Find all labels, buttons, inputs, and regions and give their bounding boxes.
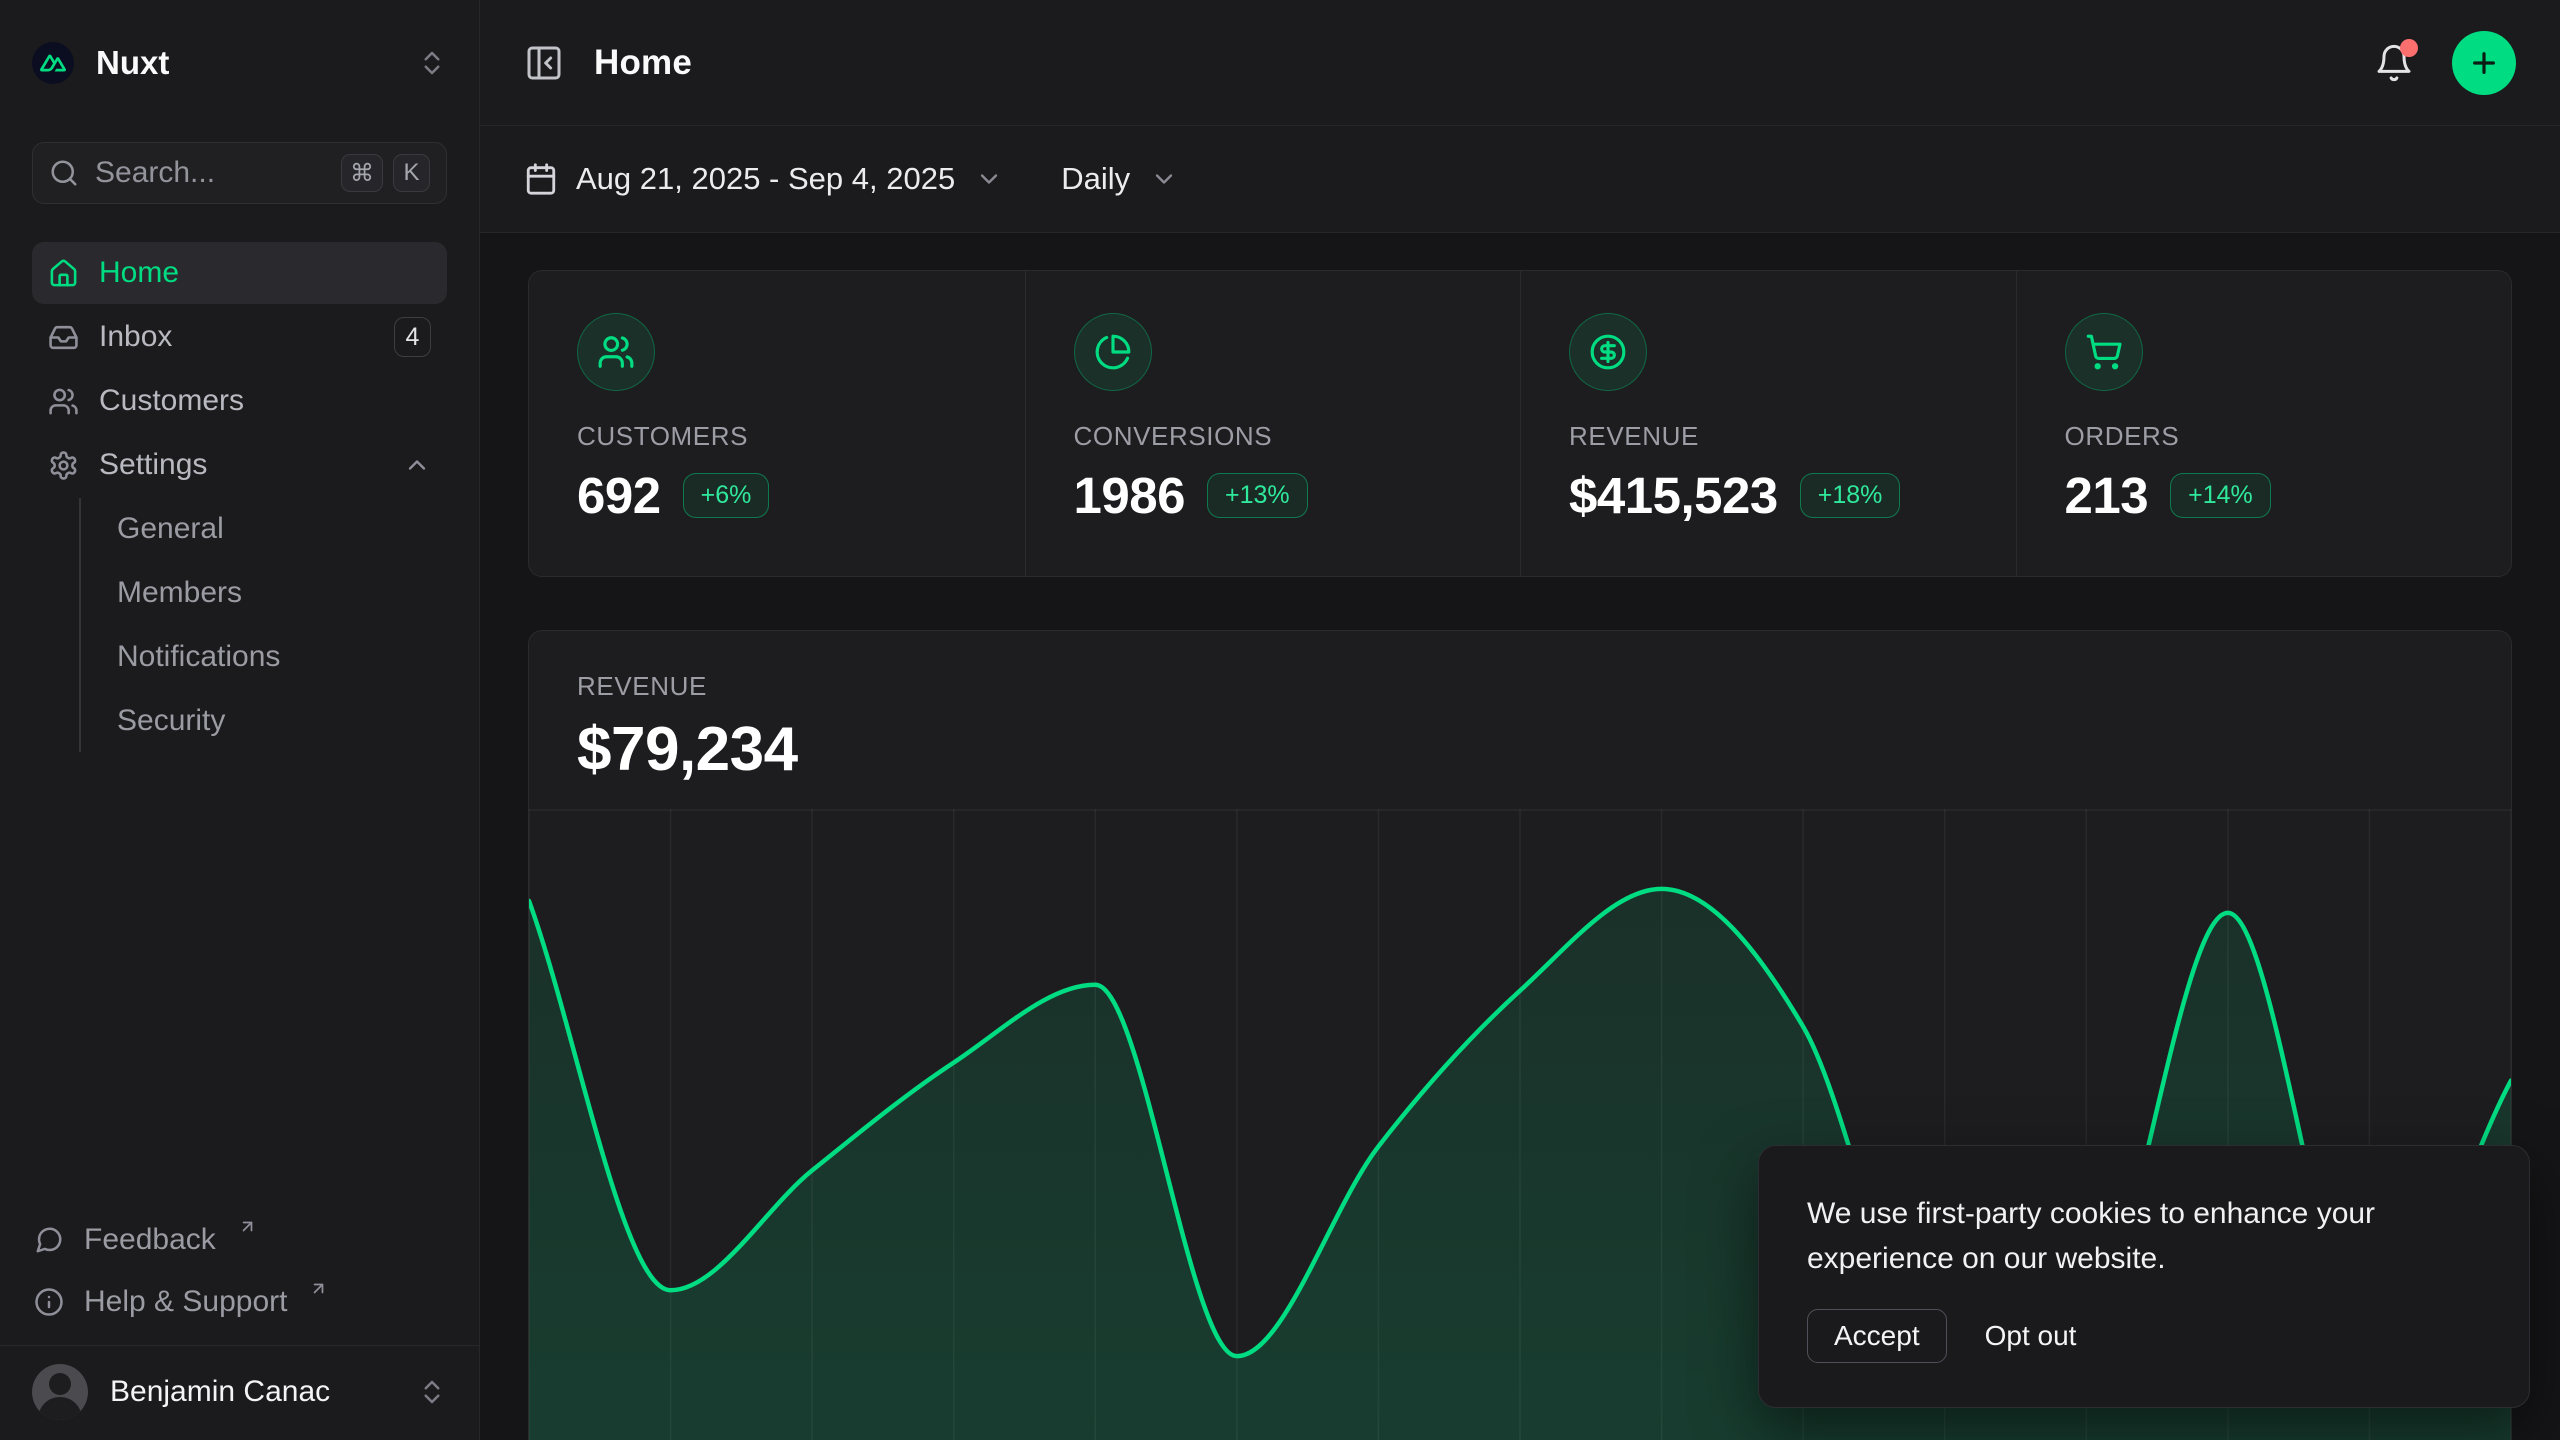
sidebar-subitem-notifications[interactable]: Notifications (107, 626, 447, 688)
info-circle-icon (34, 1287, 64, 1317)
notification-dot (2400, 39, 2418, 57)
sidebar-item-inbox[interactable]: Inbox 4 (32, 306, 447, 368)
cookie-message: We use first-party cookies to enhance yo… (1807, 1192, 2447, 1281)
shopping-cart-icon (2065, 313, 2143, 391)
subitem-label: Members (117, 576, 242, 610)
chevrons-up-down-icon (417, 1377, 447, 1407)
stat-label: ORDERS (2065, 421, 2464, 452)
sidebar-item-customers[interactable]: Customers (32, 370, 447, 432)
granularity-select[interactable]: Daily (1061, 161, 1178, 197)
stats-card: CUSTOMERS 692 +6% CONVERSIONS 1986 +13% (528, 270, 2512, 577)
stat-label: REVENUE (1569, 421, 1968, 452)
sidebar-nav: Home Inbox 4 Customers Settings Ge (32, 242, 447, 752)
chevrons-up-down-icon (417, 48, 447, 78)
chevron-down-icon (1150, 165, 1178, 193)
chart-pie-icon (1074, 313, 1152, 391)
kbd-k: K (393, 154, 430, 192)
stat-delta-badge: +13% (1207, 473, 1308, 518)
sidebar-item-settings[interactable]: Settings (32, 434, 447, 496)
brand-name: Nuxt (96, 44, 395, 82)
notifications-button[interactable] (2374, 43, 2414, 83)
filter-toolbar: Aug 21, 2025 - Sep 4, 2025 Daily (480, 126, 2560, 233)
main-panel: Home Aug 21, 2025 - Sep 4, 2025 Daily (480, 0, 2560, 1440)
sidebar-subitem-security[interactable]: Security (107, 690, 447, 752)
chevron-down-icon (975, 165, 1003, 193)
stat-value: 692 (577, 466, 661, 525)
date-range-picker[interactable]: Aug 21, 2025 - Sep 4, 2025 (524, 161, 1003, 197)
subitem-label: General (117, 512, 224, 546)
sidebar-item-label: Settings (99, 448, 207, 482)
plus-icon (2468, 47, 2500, 79)
search-icon (49, 158, 79, 188)
chevron-up-icon (403, 451, 431, 479)
user-avatar (32, 1364, 88, 1420)
sidebar-footer-links: Feedback Help & Support (32, 1211, 447, 1331)
sidebar-item-label: Home (99, 256, 179, 290)
users-icon (48, 386, 79, 417)
sidebar-item-home[interactable]: Home (32, 242, 447, 304)
nuxt-logo-icon (32, 42, 74, 84)
inbox-count-badge: 4 (394, 317, 431, 357)
external-link-icon (309, 1279, 328, 1298)
inbox-icon (48, 322, 79, 353)
stat-orders[interactable]: ORDERS 213 +14% (2016, 271, 2512, 576)
sidebar: Nuxt ⌘ K Home Inbox 4 (0, 0, 480, 1440)
feedback-link[interactable]: Feedback (32, 1211, 447, 1269)
external-link-icon (238, 1217, 257, 1236)
message-bubble-icon (34, 1225, 64, 1255)
kbd-cmd: ⌘ (341, 154, 383, 192)
subitem-label: Security (117, 704, 225, 738)
feedback-label: Feedback (84, 1223, 216, 1257)
cookie-optout-button[interactable]: Opt out (1981, 1310, 2081, 1362)
revenue-chart-value: $79,234 (577, 714, 2463, 785)
gear-icon (48, 450, 79, 481)
user-section: Benjamin Canac (0, 1345, 479, 1440)
cookie-accept-button[interactable]: Accept (1807, 1309, 1947, 1363)
search-input[interactable]: ⌘ K (32, 142, 447, 204)
settings-subnav: General Members Notifications Security (79, 498, 447, 752)
subitem-label: Notifications (117, 640, 280, 674)
stat-value: 213 (2065, 466, 2149, 525)
sidebar-item-label: Customers (99, 384, 244, 418)
help-support-label: Help & Support (84, 1285, 287, 1319)
cookie-banner: We use first-party cookies to enhance yo… (1758, 1145, 2530, 1408)
team-switcher[interactable]: Nuxt (32, 28, 447, 98)
circle-dollar-icon (1569, 313, 1647, 391)
stat-customers[interactable]: CUSTOMERS 692 +6% (529, 271, 1025, 576)
sidebar-subitem-members[interactable]: Members (107, 562, 447, 624)
stat-conversions[interactable]: CONVERSIONS 1986 +13% (1025, 271, 1521, 576)
granularity-label: Daily (1061, 161, 1130, 197)
revenue-chart-label: REVENUE (577, 671, 2463, 702)
stat-value: $415,523 (1569, 466, 1778, 525)
stat-label: CONVERSIONS (1074, 421, 1473, 452)
sidebar-subitem-general[interactable]: General (107, 498, 447, 560)
calendar-icon (524, 162, 558, 196)
topbar: Home (480, 0, 2560, 126)
stat-delta-badge: +14% (2170, 473, 2271, 518)
stat-revenue[interactable]: REVENUE $415,523 +18% (1520, 271, 2016, 576)
stat-delta-badge: +6% (683, 473, 770, 518)
sidebar-spacer (32, 752, 447, 1211)
users-icon (577, 313, 655, 391)
stat-label: CUSTOMERS (577, 421, 977, 452)
search-field[interactable] (95, 156, 325, 190)
home-icon (48, 258, 79, 289)
add-button[interactable] (2452, 31, 2516, 95)
sidebar-item-label: Inbox (99, 320, 172, 354)
topbar-actions (2374, 31, 2516, 95)
page-title: Home (594, 43, 692, 83)
stat-delta-badge: +18% (1800, 473, 1901, 518)
stat-value: 1986 (1074, 466, 1185, 525)
help-support-link[interactable]: Help & Support (32, 1273, 447, 1331)
date-range-label: Aug 21, 2025 - Sep 4, 2025 (576, 161, 955, 197)
panel-collapse-button[interactable] (524, 43, 564, 83)
user-name: Benjamin Canac (110, 1375, 395, 1409)
user-menu[interactable]: Benjamin Canac (32, 1364, 447, 1420)
